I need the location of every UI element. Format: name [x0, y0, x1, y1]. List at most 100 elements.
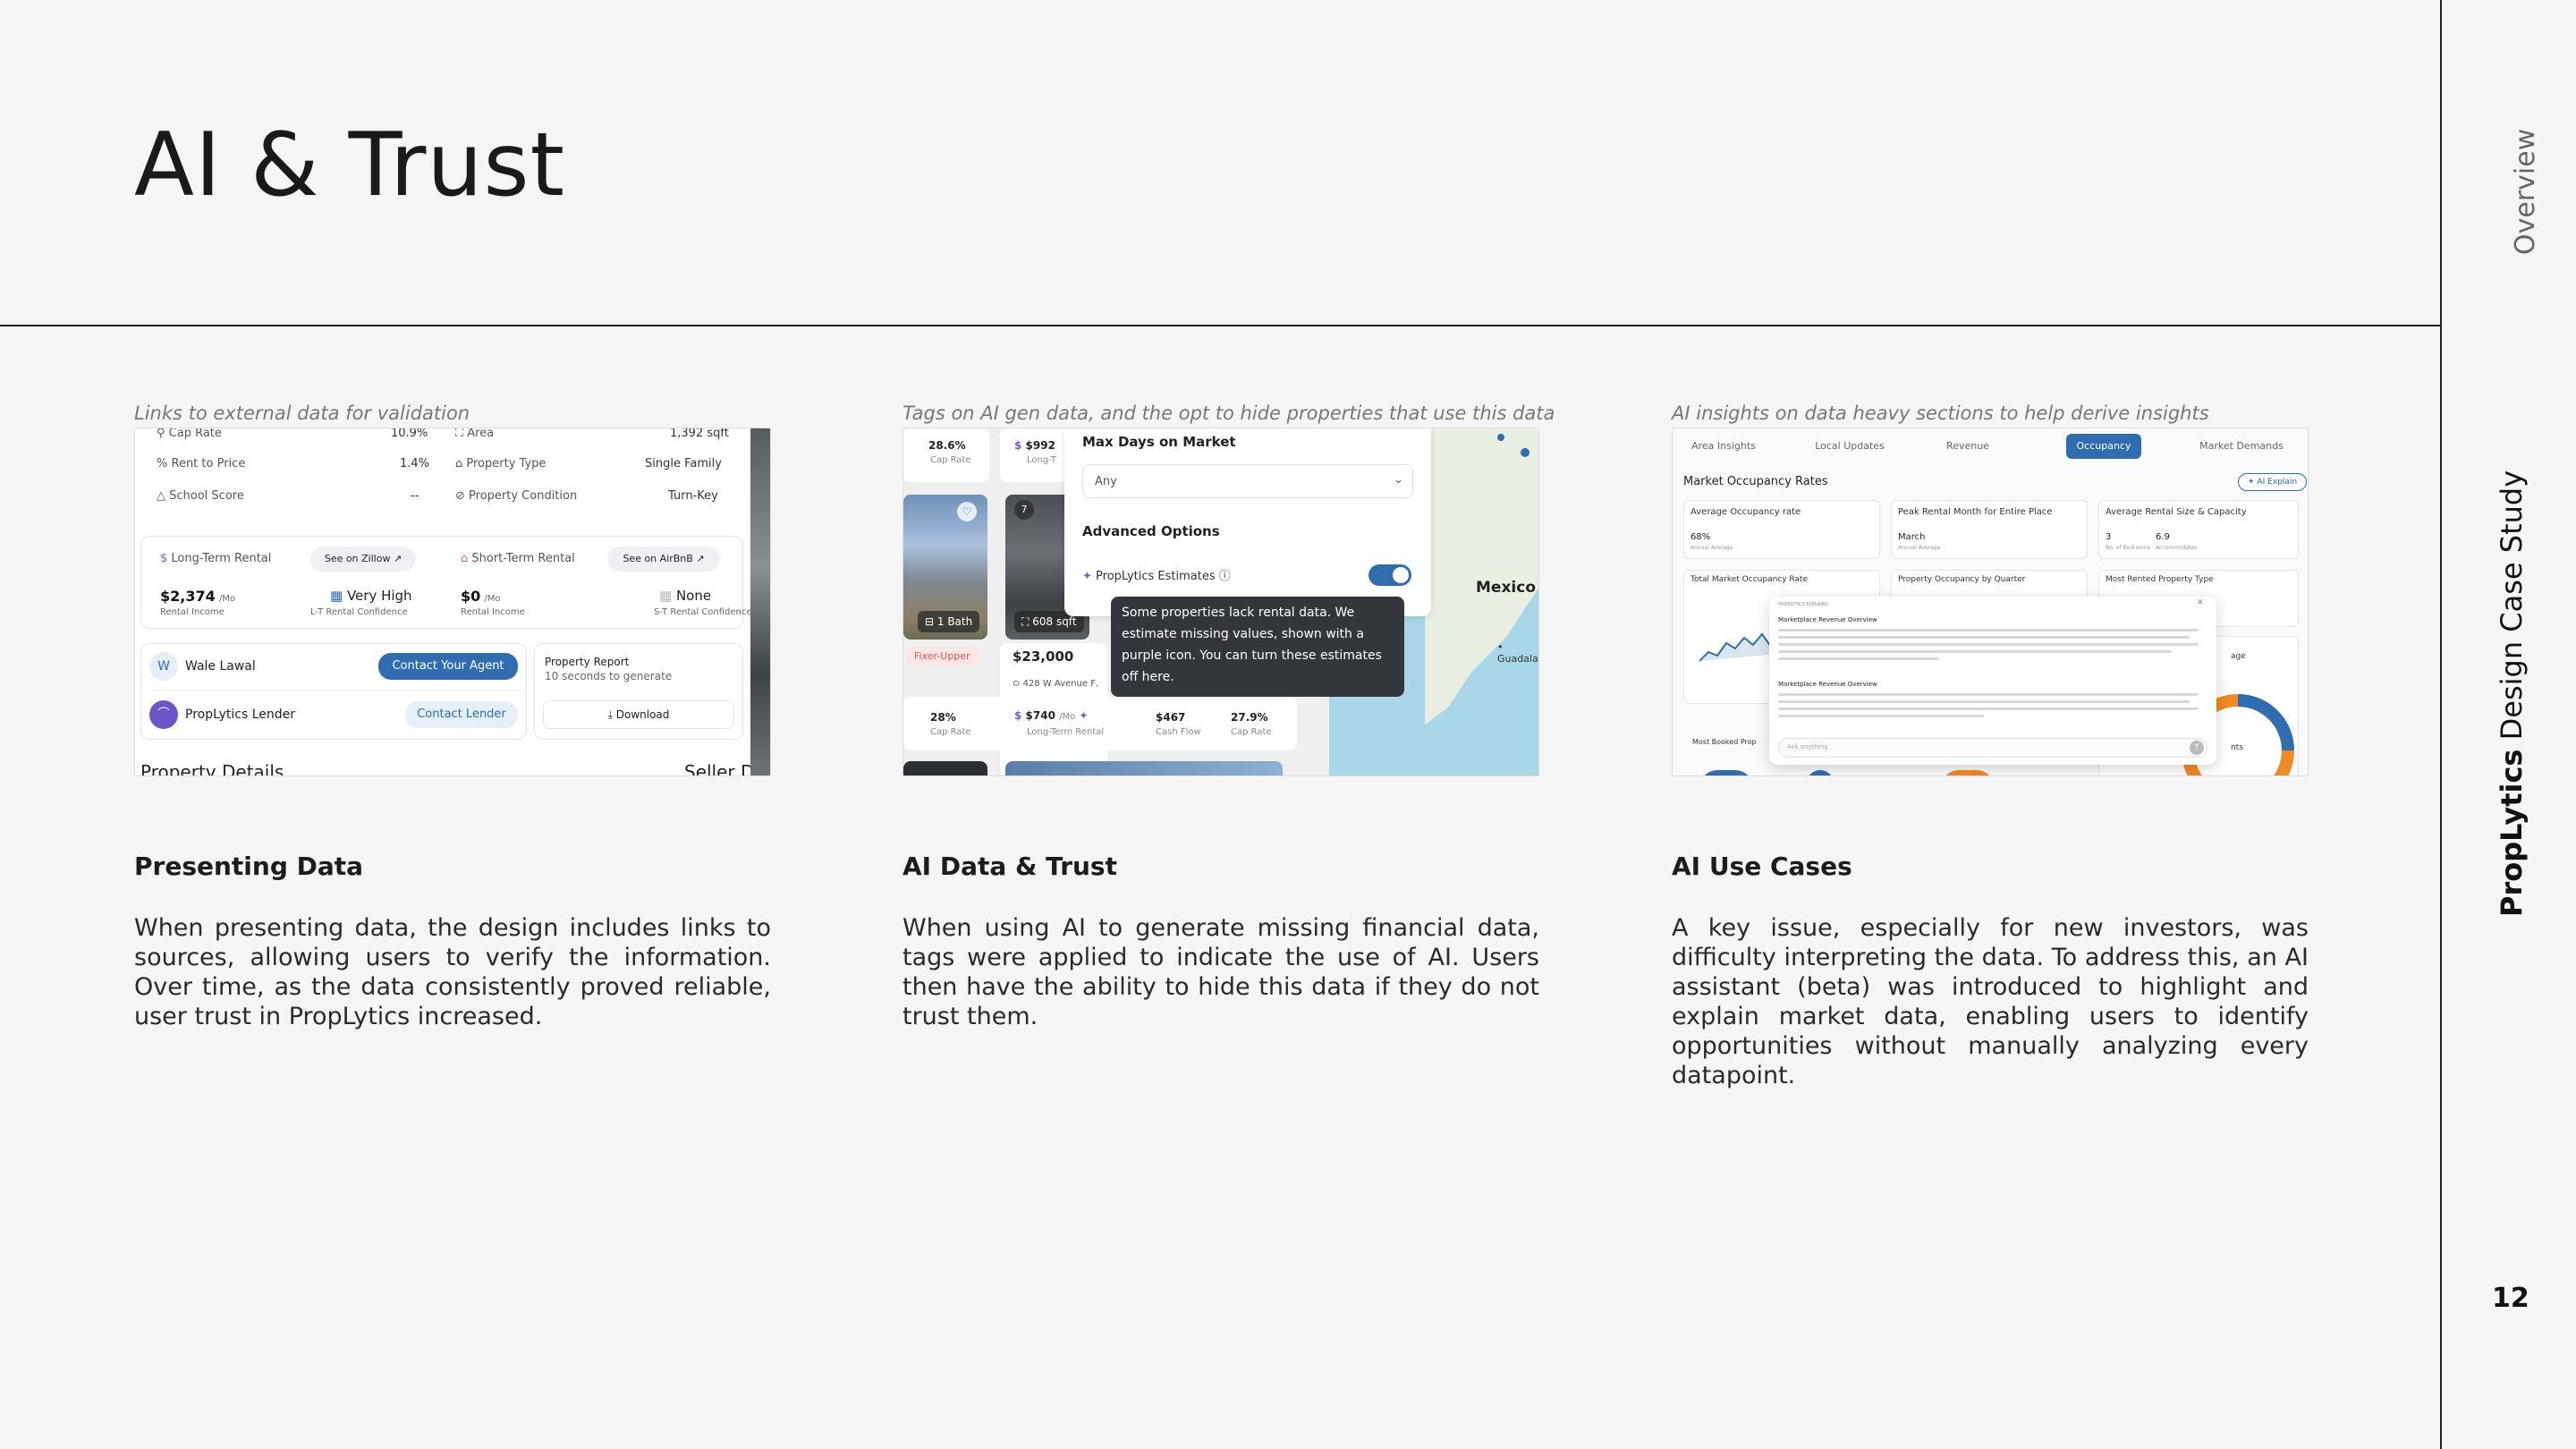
screenshot-presenting-data: ⚲ Cap Rate 10.9% ⛶ Area 1,392 sqft % Ren…	[134, 428, 771, 776]
column-body: When using AI to generate missing financ…	[902, 914, 1539, 1030]
chart-title-fragment: age	[2231, 652, 2246, 661]
tab-revenue[interactable]: Revenue	[1932, 434, 2004, 459]
see-on-airbnb-link[interactable]: See on AirBnB ↗	[607, 547, 720, 572]
location-pin-icon: ⊙	[1013, 679, 1023, 689]
report-sub: 10 seconds to generate	[545, 670, 673, 682]
tab-area-insights[interactable]: Area Insights	[1685, 434, 1762, 459]
short-term-confidence: ▦ None	[659, 588, 712, 604]
close-icon[interactable]: ✕	[2197, 598, 2204, 607]
check-circle-icon: ⊘	[455, 489, 470, 503]
metric-sub: Annual Average	[1690, 545, 1733, 551]
chart-mark	[1941, 770, 1995, 775]
lender-avatar: ⌒	[149, 700, 178, 729]
bath-badge: ⊟ 1 Bath	[918, 611, 980, 632]
area-value: 1,392 sqft	[670, 428, 729, 440]
download-button[interactable]: ⤓ Download	[543, 700, 734, 729]
estimates-toggle[interactable]	[1368, 564, 1411, 586]
page-number: 12	[2492, 1283, 2529, 1314]
external-link-icon: ↗	[696, 553, 705, 564]
tab-occupancy[interactable]: Occupancy	[2066, 434, 2141, 459]
favorite-icon[interactable]: ♡	[957, 502, 977, 521]
column-body: When presenting data, the design include…	[134, 914, 771, 1030]
column-presenting-data: Links to external data for validation ⚲ …	[134, 402, 771, 1031]
info-icon[interactable]: ⓘ	[1219, 570, 1231, 583]
proplytics-estimates-label: ✦ PropLytics Estimates ⓘ	[1082, 570, 1231, 583]
ai-tag-icon: $	[1014, 709, 1026, 722]
ask-input[interactable]	[1778, 738, 2207, 758]
metric-value: 6.9	[2156, 532, 2170, 542]
contact-agent-button[interactable]: Contact Your Agent	[378, 653, 518, 680]
grid-icon: ▦	[330, 588, 347, 604]
chart-mark	[1807, 770, 1834, 775]
listing-address: ⊙ 428 W Avenue F,	[1013, 679, 1099, 689]
modal-text-line	[1778, 657, 1939, 660]
agent-avatar: W	[149, 652, 178, 681]
report-title: Property Report	[545, 656, 630, 668]
chart-title: Total Market Occupancy Rate	[1690, 575, 1809, 584]
rent-label: Long-Term Rental	[1027, 727, 1105, 737]
modal-text-line	[1778, 629, 2199, 631]
modal-label: PROPLYTICS EXPLAINS	[1778, 602, 1828, 607]
long-term-confidence: ▦ Very High	[330, 588, 412, 604]
photo-count-badge: 7	[1014, 500, 1034, 520]
max-days-select-value: Any	[1095, 475, 1117, 488]
external-link-icon: ↗	[393, 553, 402, 564]
cash-flow-label: Cash Flow	[1156, 727, 1201, 737]
property-photo	[903, 761, 987, 775]
rent-to-price-label: % Rent to Price	[157, 457, 246, 470]
modal-text-line	[1778, 643, 2199, 646]
contact-lender-button[interactable]: Contact Lender	[405, 701, 518, 728]
chart-title: Property Occupancy by Quarter	[1898, 575, 2026, 584]
max-days-select[interactable]	[1082, 464, 1413, 498]
lender-name: PropLytics Lender	[185, 708, 296, 722]
modal-text-line	[1778, 708, 2199, 710]
sparkle-icon: ✦	[1079, 709, 1089, 722]
page-title: AI & Trust	[134, 114, 566, 216]
bath-icon: ⊟	[925, 615, 937, 628]
column-body: A key issue, especially for new investor…	[1672, 914, 2309, 1089]
property-details-heading: Property Details	[140, 761, 284, 776]
see-on-zillow-link[interactable]: See on Zillow ↗	[310, 547, 416, 572]
modal-text-line	[1778, 636, 2190, 639]
sidebar-divider	[2440, 0, 2442, 1449]
header-divider	[0, 325, 2442, 326]
tab-local-updates[interactable]: Local Updates	[1805, 434, 1894, 459]
map-marker	[1497, 434, 1504, 441]
column-heading: AI Data & Trust	[902, 852, 1117, 881]
filter-panel	[1064, 428, 1431, 616]
cap-rate-2-label: Cap Rate	[1231, 727, 1272, 737]
dollar-icon: $	[160, 552, 172, 565]
chart-mark	[1699, 770, 1753, 775]
tab-market-demands[interactable]: Market Demands	[2191, 434, 2292, 459]
listing-price: $23,000	[1013, 648, 1074, 665]
ai-explain-button[interactable]: ✦ AI Explain	[2238, 473, 2308, 491]
property-photo-strip	[750, 428, 770, 775]
donut-segment	[2237, 694, 2294, 751]
send-icon[interactable]: ↑	[2190, 741, 2204, 755]
agent-name: Wale Lawal	[185, 659, 256, 674]
most-booked-label: Most Booked Prop	[1692, 738, 1757, 746]
metric-sub: Accommodates	[2156, 545, 2198, 551]
rent-value: $ $992	[1014, 439, 1055, 452]
short-term-rental-label: ⌂ Short-Term Rental	[461, 552, 575, 565]
advanced-options-heading: Advanced Options	[1082, 523, 1220, 539]
area-icon: ⛶	[455, 428, 468, 440]
school-score-label: △ School Score	[157, 489, 244, 503]
side-section-label: Overview	[2510, 128, 2541, 255]
area-icon: ⛶	[1021, 615, 1033, 628]
cap-rate-2-value: 27.9%	[1231, 711, 1268, 724]
ask-input-placeholder: Ask anything	[1787, 743, 1828, 750]
column-ai-data-trust: Tags on AI gen data, and the opt to hide…	[902, 402, 1555, 1031]
property-type-label: ⌂ Property Type	[455, 457, 547, 470]
property-condition-label: ⊘ Property Condition	[455, 489, 578, 503]
estimates-tooltip: Some properties lack rental data. We est…	[1111, 597, 1404, 697]
map-city-label: • Guadala	[1497, 641, 1538, 665]
short-term-sub: Rental Income	[461, 607, 525, 617]
metric-title: Average Occupancy rate	[1690, 507, 1801, 517]
long-term-confidence-sub: L-T Rental Confidence	[310, 607, 408, 617]
short-term-confidence-sub: S-T Rental Confidence	[654, 607, 752, 617]
sparkle-icon: ✦	[2248, 478, 2258, 487]
fixer-upper-tag: Fixer-Upper	[907, 647, 978, 666]
side-study-text: Design Case Study	[2495, 470, 2529, 741]
column-caption: Links to external data for validation	[134, 402, 470, 424]
